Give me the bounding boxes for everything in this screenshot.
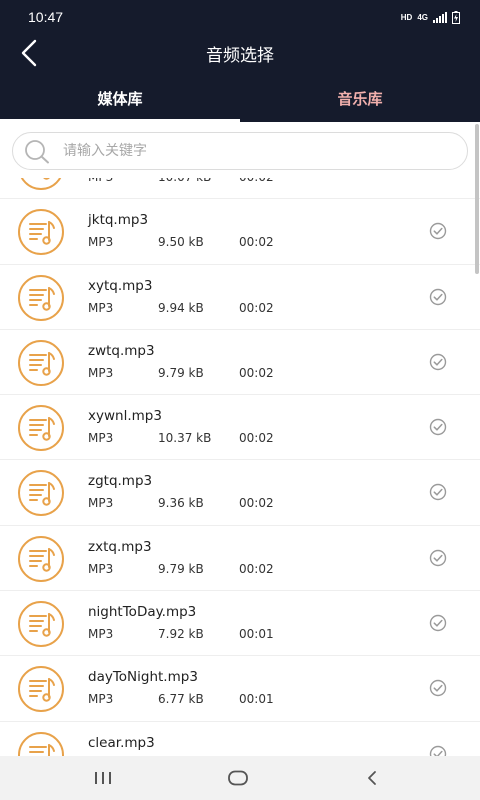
select-check-icon[interactable]: [429, 614, 447, 632]
title-bar: 音频选择: [0, 34, 480, 72]
search-area: [0, 122, 480, 178]
file-duration: 00:01: [239, 627, 274, 642]
file-name: zwtq.mp3: [88, 342, 155, 359]
music-file-icon: [18, 535, 64, 582]
file-size: 10.37 kB: [158, 431, 212, 446]
file-row[interactable]: clear.mp3: [0, 721, 480, 756]
file-name: dayToNight.mp3: [88, 669, 198, 686]
file-duration: 00:02: [239, 496, 274, 511]
file-type: MP3: [88, 692, 114, 707]
music-file-icon: [18, 339, 64, 386]
file-size: 9.79 kB: [158, 561, 204, 576]
file-type: MP3: [88, 561, 114, 576]
back-icon: [368, 771, 376, 785]
file-duration: 00:01: [239, 692, 274, 707]
file-size: 9.79 kB: [158, 365, 204, 380]
select-check-icon[interactable]: [429, 483, 447, 501]
music-file-icon: [18, 601, 64, 648]
select-check-icon[interactable]: [429, 549, 447, 567]
nav-back-button[interactable]: [352, 764, 392, 792]
file-list-items: MP3 10.07 kB 00:02 jktq.mp3 MP3 9.50 kB …: [0, 168, 480, 756]
home-button[interactable]: [218, 764, 258, 792]
music-file-icon: [18, 666, 64, 713]
status-time: 10:47: [28, 9, 64, 25]
recent-apps-icon: [95, 772, 111, 784]
select-check-icon[interactable]: [429, 222, 447, 240]
file-list: MP3 10.07 kB 00:02 jktq.mp3 MP3 9.50 kB …: [0, 168, 480, 756]
select-check-icon[interactable]: [429, 353, 447, 371]
tab-music-library[interactable]: 音乐库: [240, 78, 480, 122]
file-duration: 00:02: [239, 561, 274, 576]
select-check-icon[interactable]: [429, 679, 447, 697]
file-type: MP3: [88, 365, 114, 380]
tab-label: 媒体库: [97, 90, 143, 108]
file-size: 9.36 kB: [158, 496, 204, 511]
music-file-icon: [18, 209, 64, 256]
file-name: zgtq.mp3: [88, 473, 153, 490]
file-duration: 00:02: [239, 365, 274, 380]
status-bar: 10:47 HD 4G: [0, 0, 480, 34]
network-label: 4G: [417, 12, 428, 22]
file-duration: 00:02: [239, 431, 274, 446]
status-icons: HD 4G: [401, 10, 460, 24]
tab-media-library[interactable]: 媒体库: [0, 78, 240, 122]
file-name: nightToDay.mp3: [88, 604, 197, 621]
file-row[interactable]: nightToDay.mp3 MP3 7.92 kB 00:01: [0, 591, 480, 657]
file-type: MP3: [88, 235, 114, 250]
tab-label: 音乐库: [337, 90, 383, 108]
music-file-icon: [18, 274, 64, 321]
file-size: 6.77 kB: [158, 692, 204, 707]
search-input[interactable]: [63, 133, 453, 169]
file-duration: 00:02: [239, 235, 274, 250]
file-type: MP3: [88, 431, 114, 446]
file-row[interactable]: zgtq.mp3 MP3 9.36 kB 00:02: [0, 460, 480, 526]
network-indicator: 4G: [417, 12, 428, 22]
file-name: jktq.mp3: [88, 212, 149, 229]
music-file-icon: [18, 731, 64, 756]
file-name: zxtq.mp3: [88, 538, 152, 555]
hd-indicator: HD: [400, 12, 413, 22]
music-file-icon: [18, 470, 64, 517]
file-row[interactable]: xytq.mp3 MP3 9.94 kB 00:02: [0, 264, 480, 330]
select-check-icon[interactable]: [429, 418, 447, 436]
battery-icon: [452, 10, 460, 24]
search-box[interactable]: [12, 132, 468, 170]
file-size: 9.50 kB: [158, 235, 204, 250]
page-title: 音频选择: [206, 46, 274, 66]
signal-icon: [433, 11, 447, 23]
file-name: xywnl.mp3: [88, 408, 162, 425]
file-row[interactable]: dayToNight.mp3 MP3 6.77 kB 00:01: [0, 656, 480, 722]
file-row[interactable]: xywnl.mp3 MP3 10.37 kB 00:02: [0, 395, 480, 461]
system-nav-bar: [0, 756, 480, 800]
file-row[interactable]: jktq.mp3 MP3 9.50 kB 00:02: [0, 199, 480, 265]
recent-apps-button[interactable]: [83, 764, 123, 792]
file-size: 7.92 kB: [158, 627, 204, 642]
search-icon: [25, 140, 49, 164]
select-check-icon[interactable]: [429, 288, 447, 306]
music-file-icon: [18, 405, 64, 452]
file-name: xytq.mp3: [88, 277, 153, 294]
file-duration: 00:02: [239, 300, 274, 315]
home-icon: [228, 770, 248, 786]
file-row[interactable]: zxtq.mp3 MP3 9.79 kB 00:02: [0, 525, 480, 592]
file-size: 9.94 kB: [158, 300, 204, 315]
select-check-icon[interactable]: [429, 745, 447, 756]
file-type: MP3: [88, 627, 114, 642]
file-type: MP3: [88, 300, 114, 315]
scrollbar[interactable]: [475, 124, 479, 274]
file-name: clear.mp3: [88, 734, 155, 751]
file-row[interactable]: zwtq.mp3 MP3 9.79 kB 00:02: [0, 329, 480, 396]
file-type: MP3: [88, 496, 114, 511]
tab-bar: 媒体库 音乐库: [0, 78, 480, 122]
